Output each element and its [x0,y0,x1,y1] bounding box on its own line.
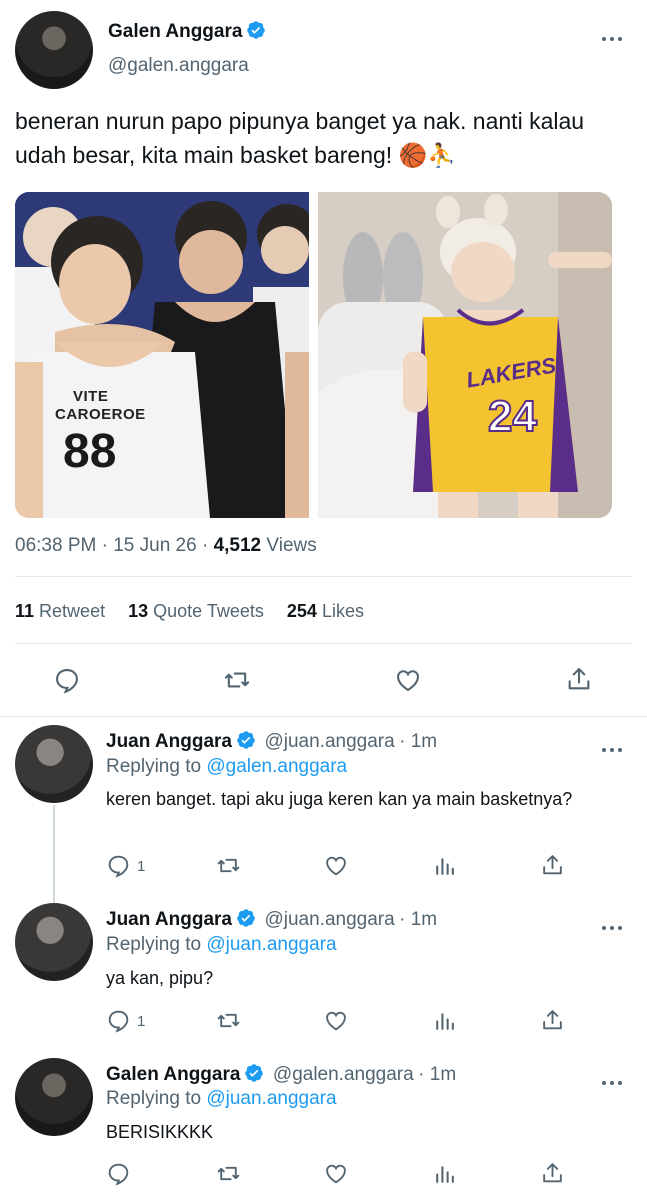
reply-text: keren banget. tapi aku juga keren kan ya… [106,789,573,809]
retweets-stat[interactable]: 11 Retweet [15,601,105,621]
reply-author-handle[interactable]: @galen.anggara [273,1064,414,1085]
quotes-stat[interactable]: 13 Quote Tweets [128,601,264,621]
reply-time[interactable]: · 1m [399,909,437,930]
reply-author-name[interactable]: Galen Anggara [106,1064,240,1085]
reply-icon[interactable] [106,1008,131,1033]
more-icon[interactable] [600,1068,624,1094]
verified-badge-icon [244,1063,264,1083]
author-name-row: Galen Anggara [108,20,266,43]
share-icon[interactable] [540,852,565,878]
replying-to: Replying to @juan.anggara [106,1088,337,1110]
share-icon[interactable] [565,664,593,694]
share-icon[interactable] [540,1160,565,1186]
analytics-icon[interactable] [432,1008,457,1033]
retweet-icon[interactable] [222,666,252,694]
author-avatar[interactable] [15,11,93,89]
analytics-icon[interactable] [432,1161,457,1186]
retweet-icon[interactable] [215,853,242,878]
photo-right[interactable]: LAKERS 24 [318,192,612,518]
divider [15,576,632,577]
replying-prefix: Replying to [106,1088,202,1109]
reply-icon[interactable] [53,666,81,694]
author-name[interactable]: Galen Anggara [108,21,242,42]
replying-to-handle[interactable]: @juan.anggara [206,1088,336,1109]
reply-author-handle[interactable]: @juan.anggara [264,909,394,930]
likes-label: Likes [321,601,364,621]
tweet-date[interactable]: 15 Jun 26 [113,535,196,556]
photo-right-illustration [318,192,612,518]
reply-count: 1 [137,1013,146,1030]
more-icon[interactable] [600,913,624,939]
author-handle[interactable]: @galen.anggara [108,55,249,77]
reply-header: Juan Anggara @juan.anggara · 1m [106,908,437,931]
photo-left[interactable]: VITE CAROEROE 88 [15,192,309,518]
reply-avatar[interactable] [15,725,93,803]
photo-left-illustration [15,192,309,518]
replying-to-handle[interactable]: @juan.anggara [206,934,336,955]
timestamp-row: 06:38 PM · 15 Jun 26 · 4,512 Views [15,535,317,557]
photo-grid[interactable]: VITE CAROEROE 88 LAKERS 24 [15,192,612,518]
retweets-label: Retweet [39,601,106,621]
replying-prefix: Replying to [106,934,202,955]
more-icon[interactable] [600,735,624,761]
like-icon[interactable] [323,1161,349,1186]
tweet-text: beneran nurun papo pipunya banget ya nak… [15,108,585,168]
like-icon[interactable] [323,853,349,878]
analytics-icon[interactable] [432,853,457,878]
views-count: 4,512 [213,535,262,556]
replying-to-handle[interactable]: @galen.anggara [206,756,347,777]
thread-line [53,805,55,905]
reply-icon[interactable] [106,1161,131,1186]
replying-prefix: Replying to [106,756,202,777]
jersey-text-top: VITE [73,388,109,405]
reply-author-name[interactable]: Juan Anggara [106,731,232,752]
jersey-number: 24 [487,391,538,442]
replying-to: Replying to @galen.anggara [106,756,347,778]
quotes-count: 13 [128,601,149,621]
reply-time[interactable]: · 1m [418,1064,456,1085]
like-icon[interactable] [393,666,423,694]
reply-header: Juan Anggara @juan.anggara · 1m [106,730,437,753]
verified-badge-icon [246,20,266,40]
views-label: Views [266,535,317,556]
reply-icon[interactable] [106,853,131,878]
reply-avatar[interactable] [15,1058,93,1136]
reply-text: ya kan, pipu? [106,968,214,988]
reply-author-handle[interactable]: @juan.anggara [264,731,394,752]
tweet-time[interactable]: 06:38 PM [15,535,96,556]
divider [0,716,647,717]
retweet-icon[interactable] [215,1008,242,1033]
likes-count: 254 [286,601,317,621]
verified-badge-icon [236,730,256,750]
divider [15,643,632,644]
stats-row: 11 Retweet 13 Quote Tweets 254 Likes [15,601,364,622]
retweet-icon[interactable] [215,1161,242,1186]
reply-count: 1 [137,858,146,875]
retweets-count: 11 [15,601,35,621]
reply-author-name[interactable]: Juan Anggara [106,909,232,930]
reply-time[interactable]: · 1m [399,731,437,752]
share-icon[interactable] [540,1007,565,1033]
quotes-label: Quote Tweets [153,601,264,621]
separator: · [201,535,209,556]
replying-to: Replying to @juan.anggara [106,934,337,956]
reply-header: Galen Anggara @galen.anggara · 1m [106,1063,456,1086]
like-icon[interactable] [323,1008,349,1033]
jersey-number: 88 [63,425,117,478]
reply-text: BERISIKKKK [106,1122,214,1142]
separator: · [101,535,108,556]
jersey-text: CAROEROE [55,406,146,423]
verified-badge-icon [236,908,256,928]
reply-avatar[interactable] [15,903,93,981]
likes-stat[interactable]: 254 Likes [287,601,364,621]
more-icon[interactable] [600,24,624,50]
